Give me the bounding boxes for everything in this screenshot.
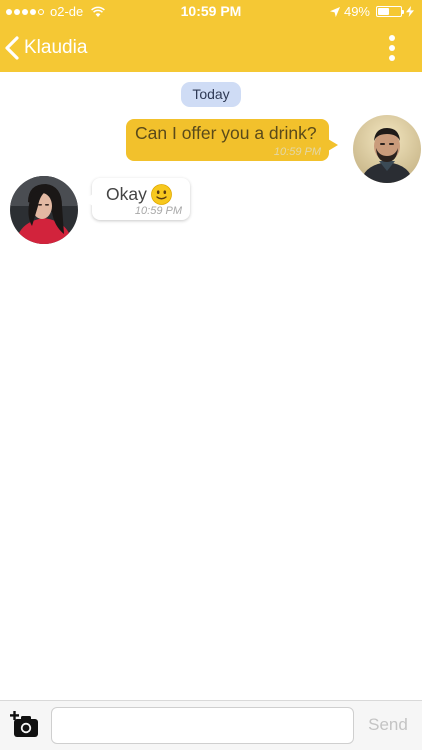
battery-fill: [378, 8, 389, 15]
top-bar: o2-de 10:59 PM 49% Klaudia: [0, 0, 422, 72]
contact-avatar[interactable]: [10, 176, 78, 244]
contact-avatar-photo: [10, 176, 78, 244]
nav-bar: Klaudia: [0, 24, 422, 72]
back-button[interactable]: Klaudia: [4, 32, 87, 64]
camera-plus-icon: [10, 711, 38, 737]
message-time: 10:59 PM: [273, 146, 321, 158]
message-content: Okay: [106, 184, 172, 205]
battery-tip: [402, 10, 404, 14]
my-avatar[interactable]: [353, 115, 421, 183]
slightly-smiling-face-icon: [150, 184, 172, 205]
send-button[interactable]: Send: [360, 709, 416, 741]
message-input[interactable]: [51, 707, 354, 744]
date-divider: Today: [181, 82, 241, 107]
chat-area[interactable]: Today Can I offer you a drink? 10:59 PM: [0, 72, 422, 700]
location-arrow-icon: [329, 6, 340, 17]
more-options-icon[interactable]: [382, 34, 402, 62]
charging-bolt-icon: [406, 6, 414, 17]
message-composer: Send: [0, 700, 422, 750]
more-dot: [389, 45, 395, 51]
message-text: Can I offer you a drink?: [135, 123, 317, 143]
outgoing-message-bubble[interactable]: Can I offer you a drink? 10:59 PM: [126, 119, 338, 161]
bubble-tail: [83, 194, 93, 206]
bubble-tail: [328, 139, 338, 151]
more-dot: [389, 55, 395, 61]
status-right: 49%: [329, 4, 414, 19]
contact-name: Klaudia: [24, 37, 88, 58]
my-avatar-photo: [353, 115, 421, 183]
add-photo-camera-icon[interactable]: [10, 711, 40, 739]
battery-icon: [376, 6, 404, 17]
battery-percent: 49%: [343, 4, 370, 19]
message-time: 10:59 PM: [134, 205, 182, 217]
incoming-message-bubble[interactable]: Okay 10:59 PM: [83, 178, 190, 220]
message-text: Okay: [106, 184, 147, 204]
chevron-left-icon: [5, 36, 19, 60]
status-bar: o2-de 10:59 PM 49%: [0, 0, 422, 24]
more-dot: [389, 35, 395, 41]
